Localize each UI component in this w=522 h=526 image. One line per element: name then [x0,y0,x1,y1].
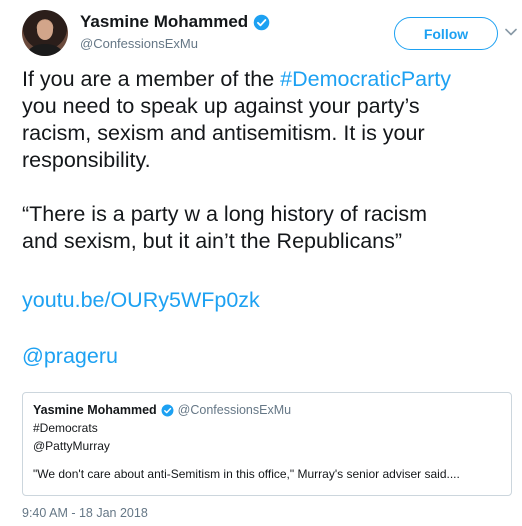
tweet-timestamp[interactable]: 9:40 AM - 18 Jan 2018 [22,506,148,520]
quoted-author-handle: @ConfessionsExMu [177,403,292,417]
avatar-shirt [28,44,62,56]
author-handle[interactable]: @ConfessionsExMu [80,36,198,51]
author-name-row: Yasmine Mohammed [80,12,270,32]
follow-button[interactable]: Follow [394,17,498,50]
quoted-line-1: #Democrats [33,421,98,435]
verified-badge-icon [253,14,270,30]
youtube-link[interactable]: youtu.be/OURy5WFp0zk [22,287,260,314]
avatar-face [37,20,53,40]
chevron-down-icon[interactable] [504,25,518,39]
tweet-line-1-text: If you are a member of the [22,67,281,91]
tweet-line-3: racism, sexism and antisemitism. It is y… [22,121,425,145]
tweet-text: If you are a member of the #DemocraticPa… [22,66,512,255]
tweet-line-5: “There is a party w a long history of ra… [22,202,428,226]
quoted-author-name: Yasmine Mohammed [33,403,157,417]
mention-link[interactable]: @prageru [22,343,118,370]
tweet-line-2: you need to speak up against your party’… [22,94,420,118]
hashtag-link[interactable]: #DemocraticParty [280,67,451,91]
tweet-spacer [22,174,512,201]
tweet-line-4: responsibility. [22,148,151,172]
quoted-text: "We don't care about anti-Semitism in th… [33,467,460,481]
tweet-line-1: If you are a member of the #DemocraticPa… [22,66,512,93]
tweet-header: Yasmine Mohammed @ConfessionsExMu Follow [22,10,517,56]
author-display-name[interactable]: Yasmine Mohammed [80,12,248,32]
verified-badge-icon [161,404,174,416]
tweet-line-6: and sexism, but it ain’t the Republicans… [22,229,403,253]
avatar[interactable] [22,10,68,56]
quoted-line-2: @PattyMurray [33,439,110,453]
quoted-tweet-card[interactable]: Yasmine Mohammed @ConfessionsExMu #Democ… [22,392,512,496]
quoted-author-row: Yasmine Mohammed @ConfessionsExMu [33,403,501,417]
